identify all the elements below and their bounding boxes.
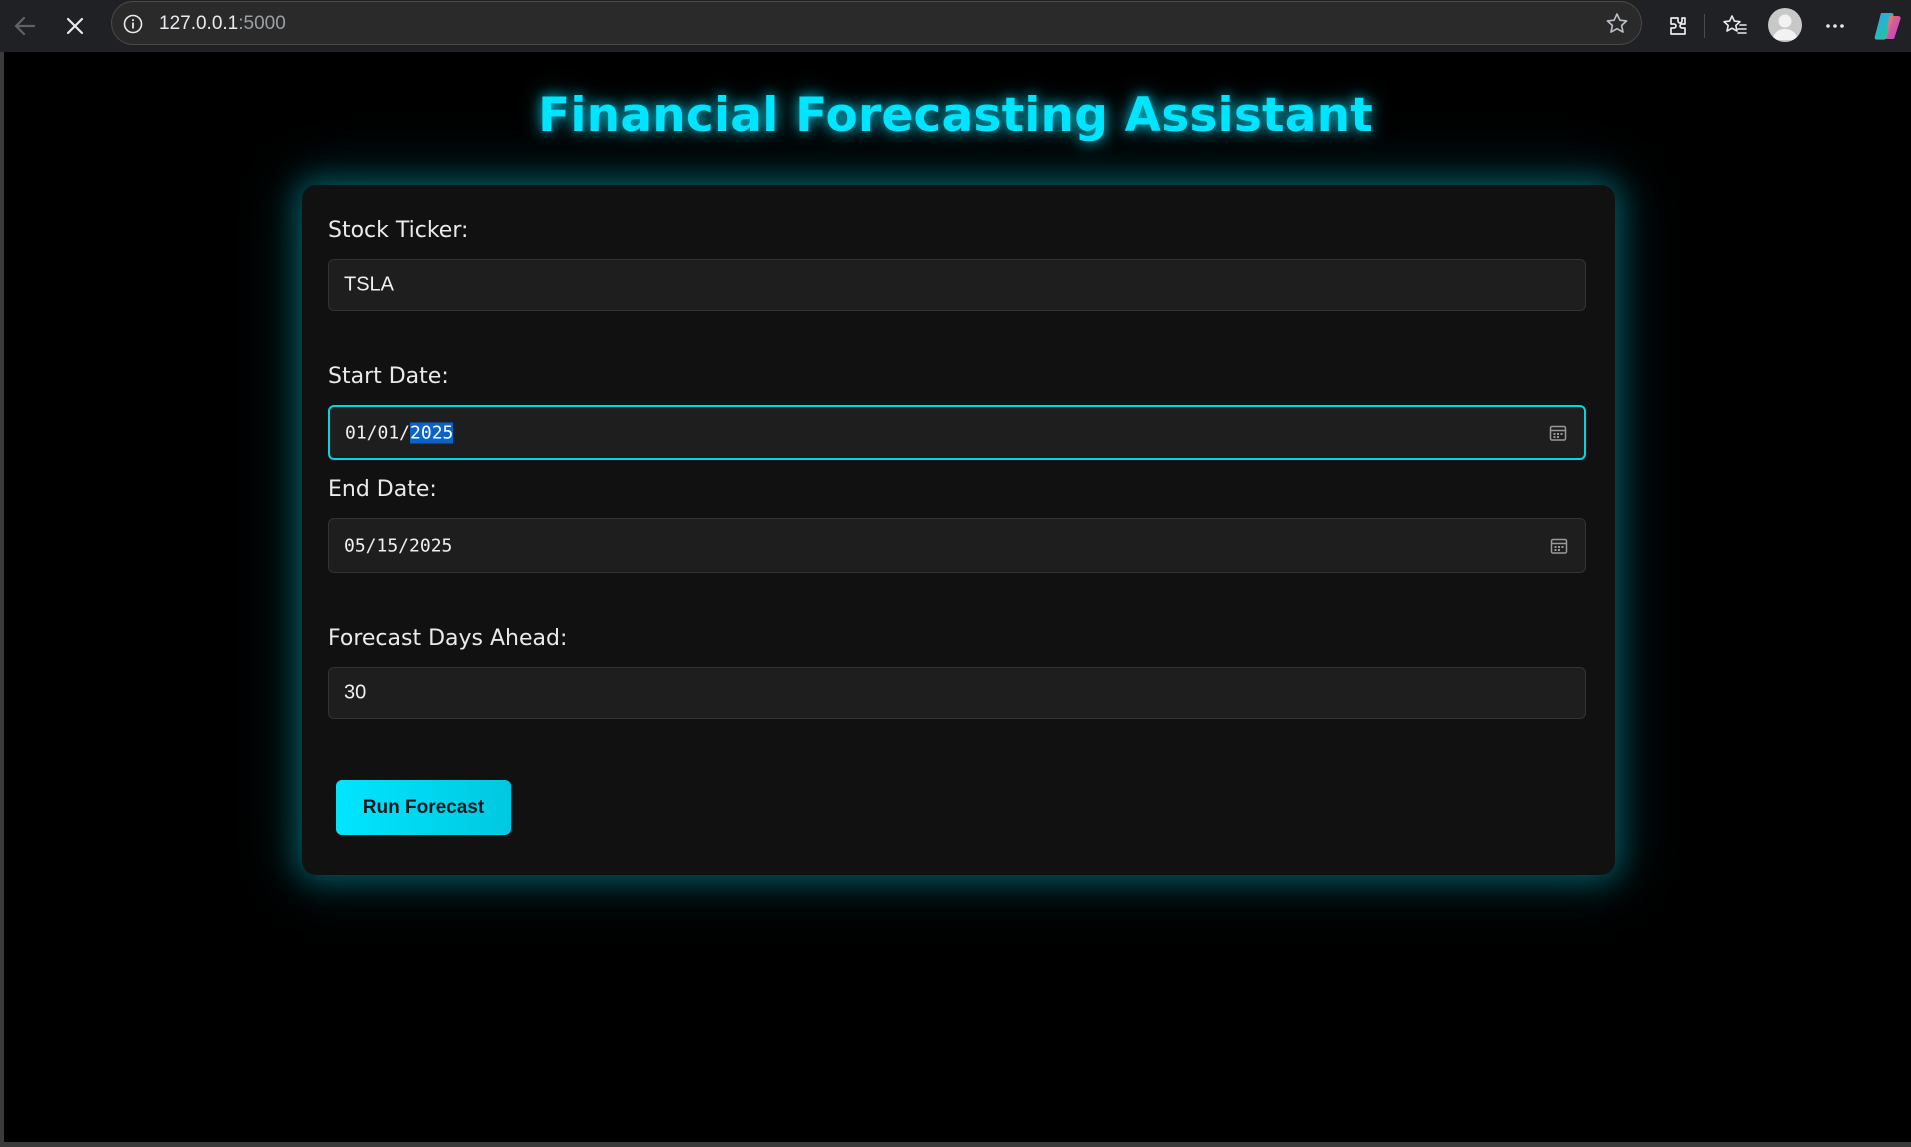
window-bottom-border	[0, 1142, 1911, 1147]
start-date-input[interactable]: 01/01/2025	[328, 405, 1586, 460]
more-menu-icon[interactable]	[1815, 6, 1855, 46]
end-date-input[interactable]: 05/15/2025	[328, 518, 1586, 573]
calendar-icon[interactable]	[1548, 423, 1568, 443]
start-date-label: Start Date:	[328, 364, 449, 389]
ticker-label: Stock Ticker:	[328, 218, 469, 243]
extensions-icon[interactable]	[1658, 6, 1698, 46]
end-date-value: 05/15/2025	[344, 535, 453, 556]
window-left-border	[0, 52, 4, 1147]
forecast-days-input[interactable]: 30	[328, 667, 1586, 719]
toolbar-divider	[1704, 14, 1705, 38]
page-title: Financial Forecasting Assistant	[538, 88, 1373, 143]
url-text[interactable]: 127.0.0.1:5000	[159, 13, 286, 35]
ticker-input[interactable]: TSLA	[328, 259, 1586, 311]
info-icon[interactable]	[122, 13, 144, 35]
calendar-icon[interactable]	[1549, 536, 1569, 556]
favorite-star-icon[interactable]	[1604, 11, 1630, 37]
run-forecast-button[interactable]: Run Forecast	[336, 780, 511, 835]
favorites-icon[interactable]	[1715, 6, 1755, 46]
forecast-days-value: 30	[344, 681, 367, 704]
profile-avatar-icon[interactable]	[1768, 8, 1802, 42]
stop-loading-icon[interactable]	[55, 6, 95, 46]
url-host: 127.0.0.1	[159, 13, 239, 34]
url-port: :5000	[238, 13, 286, 34]
browser-toolbar: 127.0.0.1:5000	[0, 0, 1911, 52]
start-date-month-day: 01/01/	[345, 422, 411, 443]
copilot-icon[interactable]	[1872, 10, 1904, 42]
end-date-label: End Date:	[328, 477, 437, 502]
ticker-value: TSLA	[344, 273, 395, 296]
start-date-year-selected: 2025	[410, 422, 454, 443]
address-bar[interactable]: 127.0.0.1:5000	[111, 1, 1642, 45]
forecast-days-label: Forecast Days Ahead:	[328, 626, 568, 651]
back-arrow-icon[interactable]	[5, 6, 45, 46]
start-date-value: 01/01/2025	[345, 422, 454, 443]
